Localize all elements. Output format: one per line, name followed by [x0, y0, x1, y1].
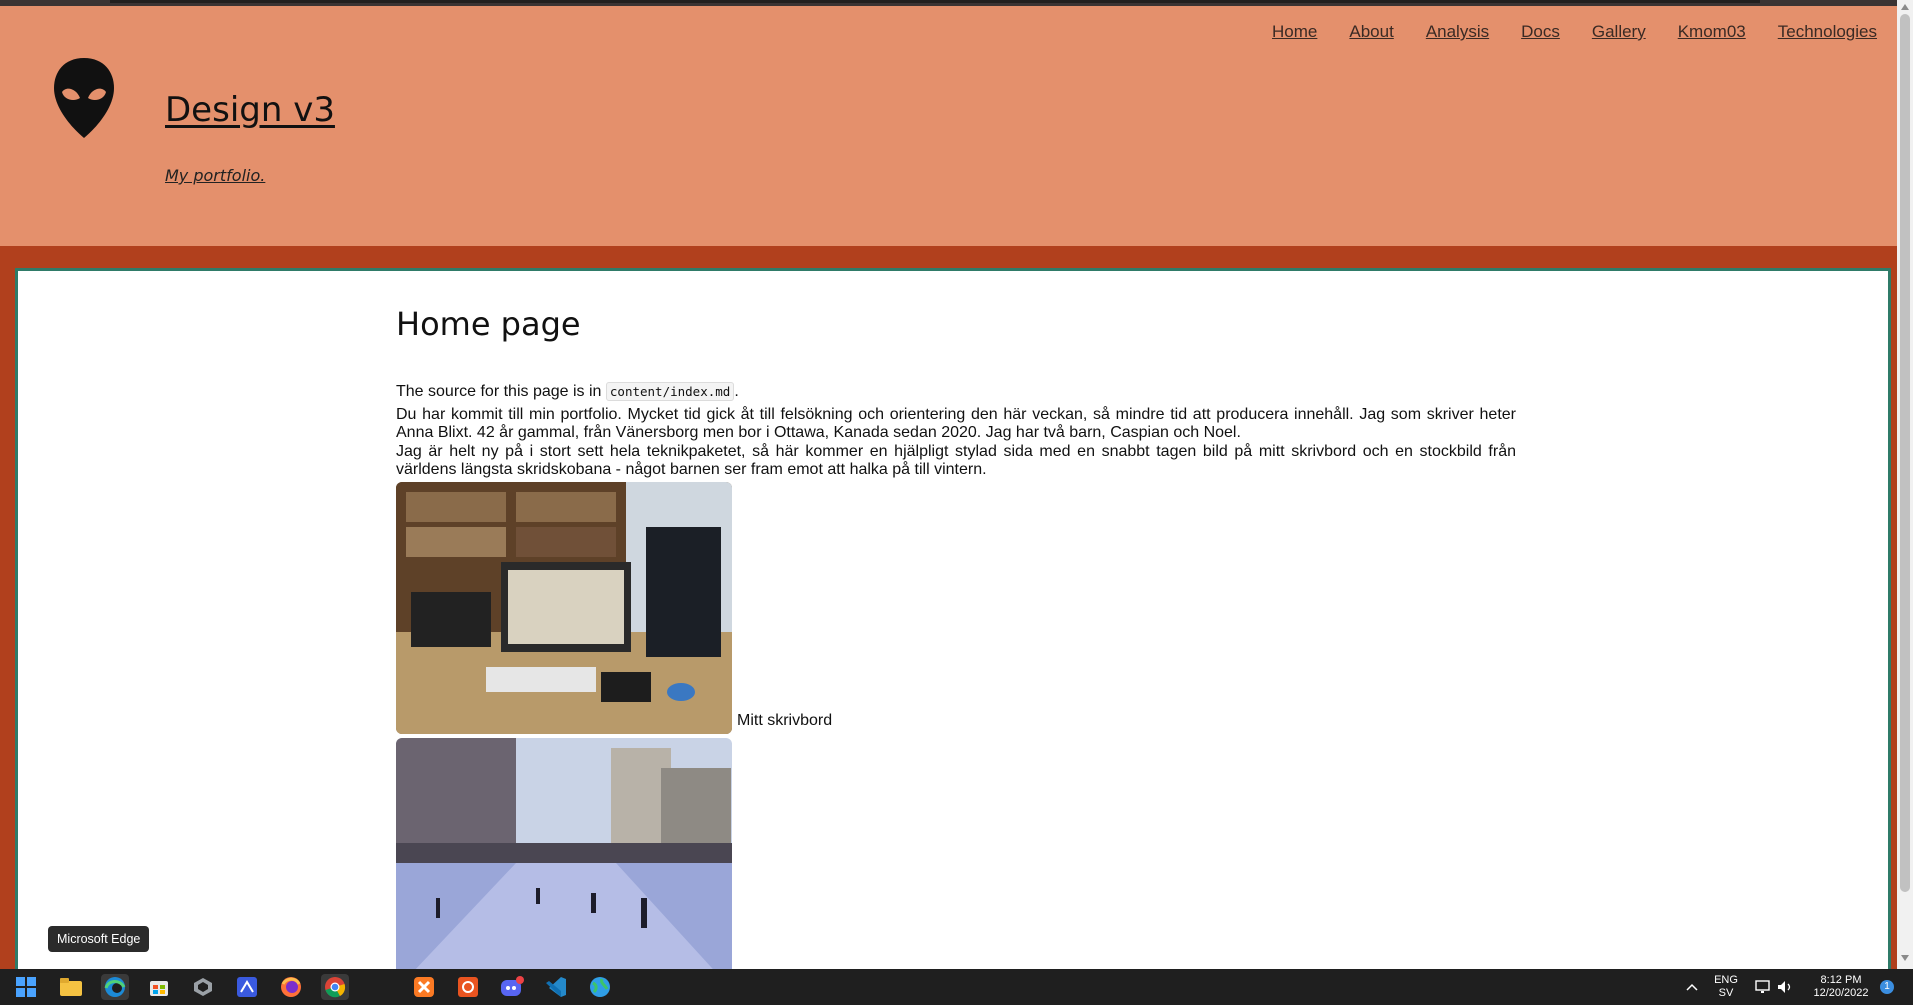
- rink-figure: [396, 737, 1516, 973]
- source-file: content/index.md: [605, 382, 735, 401]
- source-suffix: .: [734, 383, 739, 400]
- article: Home page The source for this page is in…: [396, 281, 1516, 973]
- desk-caption: Mitt skrivbord: [737, 711, 833, 729]
- store-icon[interactable]: [145, 974, 173, 1000]
- language-indicator[interactable]: ENG SV: [1713, 974, 1739, 1000]
- language-bottom: SV: [1718, 987, 1734, 999]
- chevron-up-icon[interactable]: [1678, 974, 1706, 1000]
- vs-icon[interactable]: [233, 974, 261, 1000]
- scrollbar-thumb[interactable]: [1900, 14, 1910, 892]
- scroll-down-icon[interactable]: [1901, 955, 1909, 961]
- terminal-icon[interactable]: [189, 974, 217, 1000]
- xampp-icon[interactable]: [410, 974, 438, 1000]
- desk-photo: [396, 481, 732, 734]
- tech-paragraph: Jag är helt ny på i stort sett hela tekn…: [396, 442, 1516, 479]
- nav-analysis[interactable]: Analysis: [1426, 22, 1489, 42]
- page-scrollbar[interactable]: [1897, 0, 1913, 969]
- taskbar: ENG SV 8:12 PM 12/20/2022 1: [0, 969, 1913, 1005]
- firefox-icon[interactable]: [277, 974, 305, 1000]
- nav-kmom03[interactable]: Kmom03: [1678, 22, 1746, 42]
- nav-technologies[interactable]: Technologies: [1778, 22, 1877, 42]
- clock[interactable]: 8:12 PM 12/20/2022: [1806, 974, 1876, 1000]
- language-top: ENG: [1714, 974, 1738, 986]
- clock-date: 12/20/2022: [1813, 987, 1869, 999]
- desk-figure: Mitt skrivbord: [396, 481, 1516, 734]
- chrome-icon[interactable]: [321, 974, 349, 1000]
- nav-about[interactable]: About: [1349, 22, 1393, 42]
- intro-paragraph: Du har kommit till min portfolio. Mycket…: [396, 405, 1516, 442]
- file-explorer-icon[interactable]: [57, 974, 85, 1000]
- ubuntu-icon[interactable]: [454, 974, 482, 1000]
- nav-gallery[interactable]: Gallery: [1592, 22, 1646, 42]
- source-note: The source for this page is in content/i…: [396, 382, 1516, 402]
- site-header: Design v3 My portfolio. Home About Analy…: [0, 6, 1897, 246]
- discord-icon[interactable]: [498, 974, 526, 1000]
- alien-logo-icon[interactable]: [52, 56, 116, 140]
- page-frame: Home page The source for this page is in…: [0, 246, 1897, 976]
- nav-docs[interactable]: Docs: [1521, 22, 1560, 42]
- source-prefix: The source for this page is in: [396, 383, 606, 400]
- nav-home[interactable]: Home: [1272, 22, 1317, 42]
- main-content: Home page The source for this page is in…: [15, 268, 1891, 976]
- notification-badge[interactable]: 1: [1880, 980, 1894, 994]
- start-icon[interactable]: [12, 974, 40, 1000]
- page-title: Home page: [396, 305, 581, 343]
- clock-time: 8:12 PM: [1820, 974, 1862, 986]
- skating-rink-photo: [396, 737, 732, 973]
- scroll-up-icon[interactable]: [1901, 4, 1909, 10]
- taskbar-tooltip: Microsoft Edge: [48, 926, 150, 952]
- globe-icon[interactable]: [586, 974, 614, 1000]
- site-title[interactable]: Design v3: [165, 90, 335, 130]
- site-slogan[interactable]: My portfolio.: [165, 166, 265, 185]
- browser-top-bar: [110, 0, 1760, 3]
- vscode-icon[interactable]: [542, 974, 570, 1000]
- volume-icon[interactable]: [1771, 974, 1799, 1000]
- navbar: Home About Analysis Docs Gallery Kmom03 …: [1240, 22, 1877, 42]
- edge-icon[interactable]: [101, 974, 129, 1000]
